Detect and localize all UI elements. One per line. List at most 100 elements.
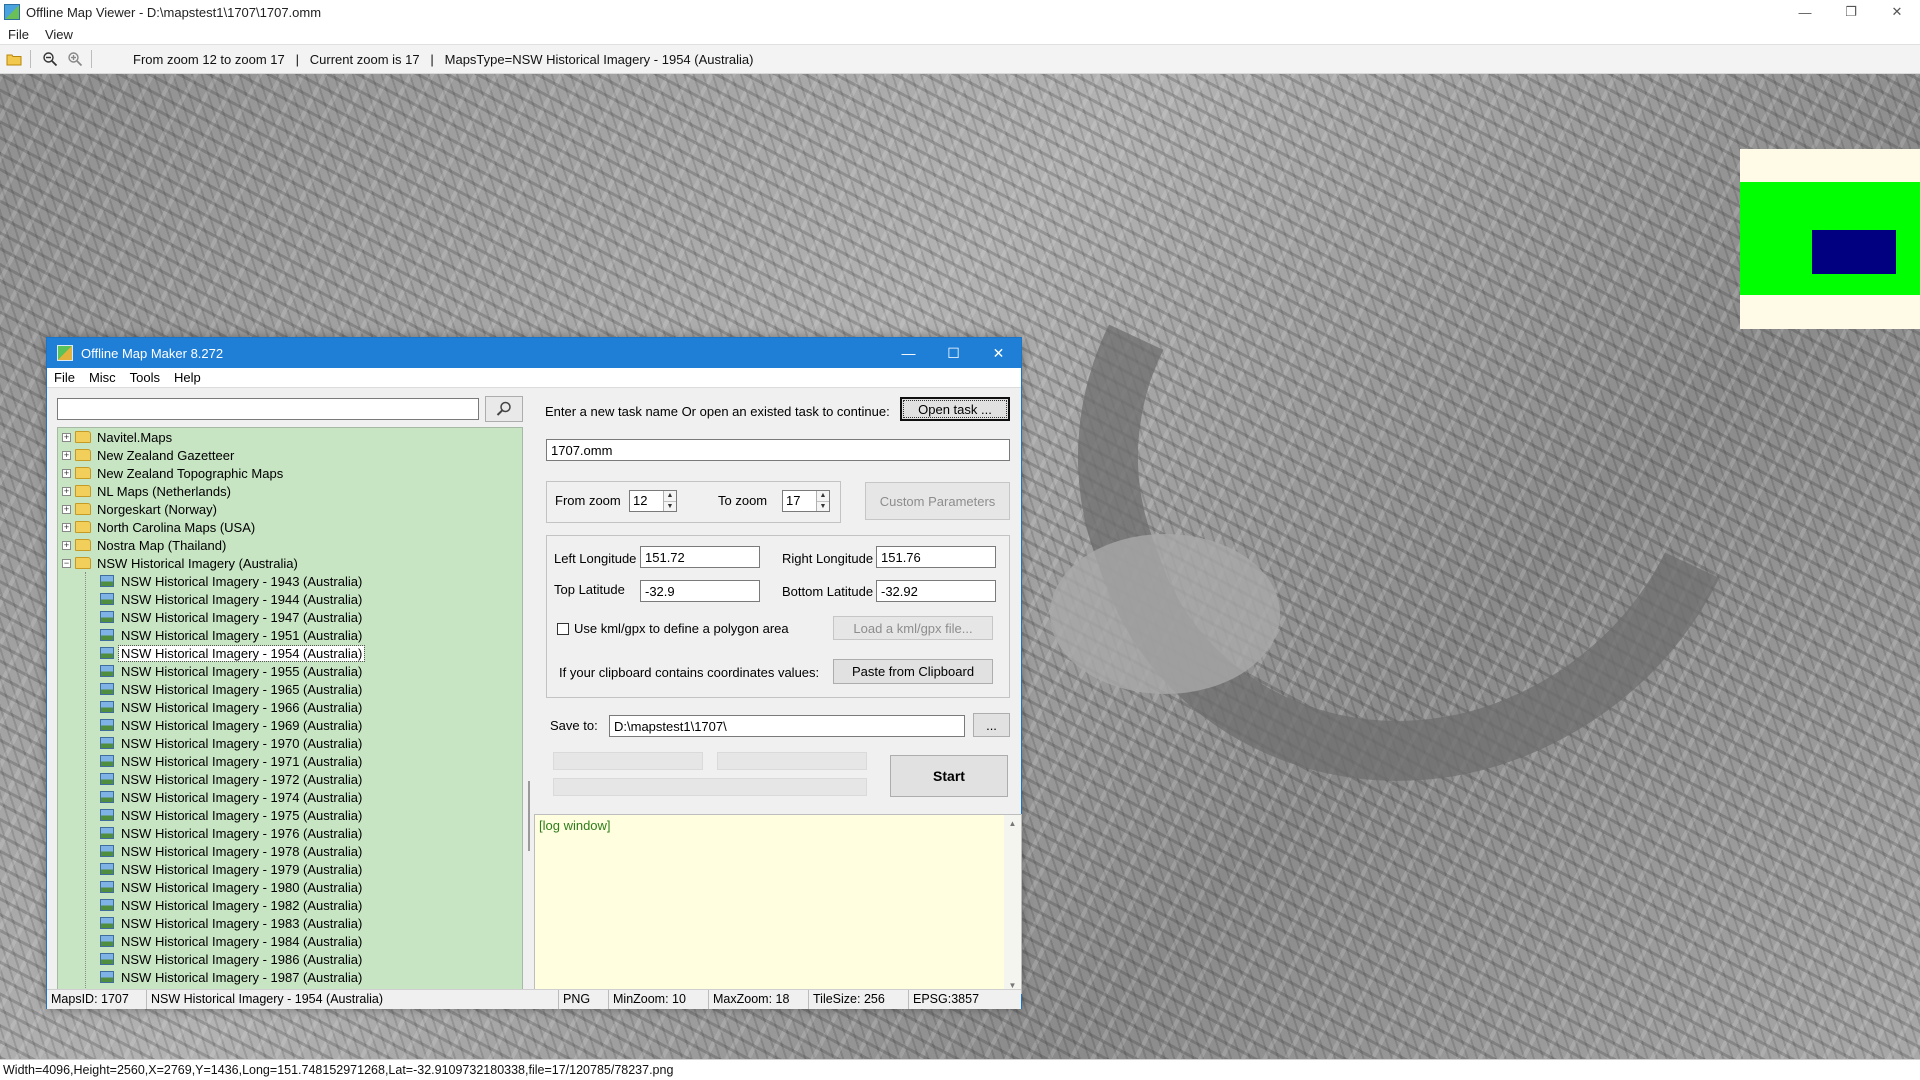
collapse-icon[interactable]: − — [62, 558, 71, 568]
expand-icon[interactable]: + — [62, 432, 71, 442]
viewer-window-controls: — ❐ ✕ — [1782, 0, 1920, 24]
search-button[interactable] — [485, 396, 523, 422]
expand-icon[interactable]: + — [62, 486, 71, 496]
tree-map-label: NSW Historical Imagery - 1987 (Australia… — [121, 969, 363, 985]
load-kml-button[interactable]: Load a kml/gpx file... — [833, 616, 993, 640]
bottom-latitude-input[interactable] — [876, 580, 996, 602]
dialog-menu-tools[interactable]: Tools — [123, 370, 167, 385]
left-longitude-input[interactable] — [640, 546, 760, 568]
to-zoom-down-icon[interactable]: ▼ — [817, 500, 829, 511]
tree-map-label: NSW Historical Imagery - 1969 (Australia… — [121, 717, 363, 733]
minimap-viewport-indicator[interactable] — [1812, 230, 1896, 274]
folder-open-icon — [75, 557, 91, 569]
tree-map-item[interactable]: NSW Historical Imagery - 1943 (Australia… — [58, 572, 522, 590]
minimize-button[interactable]: — — [1782, 0, 1828, 24]
dialog-titlebar[interactable]: Offline Map Maker 8.272 — ☐ ✕ — [47, 338, 1021, 368]
from-zoom-up-icon[interactable]: ▲ — [664, 491, 676, 501]
folder-icon — [75, 467, 91, 479]
expand-icon[interactable]: + — [62, 522, 71, 532]
expand-icon[interactable]: + — [62, 504, 71, 514]
dialog-title: Offline Map Maker 8.272 — [81, 345, 224, 361]
tree-map-item[interactable]: NSW Historical Imagery - 1986 (Australia… — [58, 950, 522, 968]
map-layer-icon — [100, 665, 114, 677]
tree-map-item[interactable]: NSW Historical Imagery - 1983 (Australia… — [58, 914, 522, 932]
tree-map-item[interactable]: NSW Historical Imagery - 1974 (Australia… — [58, 788, 522, 806]
save-to-path-input[interactable] — [609, 715, 965, 737]
start-button[interactable]: Start — [890, 755, 1008, 797]
map-layer-icon — [100, 611, 114, 623]
tree-map-label: NSW Historical Imagery - 1947 (Australia… — [121, 609, 363, 625]
from-zoom-stepper[interactable]: 12 ▲ ▼ — [629, 490, 677, 512]
expand-icon[interactable]: + — [62, 540, 71, 550]
dialog-close-button[interactable]: ✕ — [976, 338, 1021, 368]
dialog-menu-file[interactable]: File — [47, 370, 82, 385]
scroll-up-icon[interactable]: ▲ — [1004, 815, 1021, 831]
dialog-maximize-button[interactable]: ☐ — [931, 338, 976, 368]
task-name-input[interactable] — [546, 439, 1010, 461]
tree-folder[interactable]: + Nostra Map (Thailand) — [58, 536, 522, 554]
tree-map-item[interactable]: NSW Historical Imagery - 1969 (Australia… — [58, 716, 522, 734]
tree-map-label: NSW Historical Imagery - 1980 (Australia… — [121, 879, 363, 895]
open-folder-icon[interactable] — [3, 48, 25, 70]
tree-map-label: NSW Historical Imagery - 1943 (Australia… — [121, 573, 363, 589]
log-window[interactable]: [log window] ▲ ▼ — [534, 814, 1022, 994]
to-zoom-up-icon[interactable]: ▲ — [817, 491, 829, 501]
log-scrollbar[interactable]: ▲ ▼ — [1004, 815, 1021, 993]
toolbar-separator — [30, 50, 31, 68]
tree-map-item[interactable]: NSW Historical Imagery - 1984 (Australia… — [58, 932, 522, 950]
tree-map-item[interactable]: NSW Historical Imagery - 1979 (Australia… — [58, 860, 522, 878]
tree-map-item[interactable]: NSW Historical Imagery - 1965 (Australia… — [58, 680, 522, 698]
minimap-overview[interactable] — [1740, 149, 1920, 329]
splitter-grip[interactable] — [528, 781, 530, 851]
tree-folder-open[interactable]: − NSW Historical Imagery (Australia) — [58, 554, 522, 572]
paste-from-clipboard-button[interactable]: Paste from Clipboard — [833, 659, 993, 684]
close-button[interactable]: ✕ — [1874, 0, 1920, 24]
tree-map-item[interactable]: NSW Historical Imagery - 1978 (Australia… — [58, 842, 522, 860]
tree-map-item[interactable]: NSW Historical Imagery - 1955 (Australia… — [58, 662, 522, 680]
right-longitude-input[interactable] — [876, 546, 996, 568]
dialog-minimize-button[interactable]: — — [886, 338, 931, 368]
to-zoom-stepper[interactable]: 17 ▲ ▼ — [782, 490, 830, 512]
viewer-titlebar: Offline Map Viewer - D:\mapstest1\1707\1… — [0, 0, 1920, 24]
tree-map-item[interactable]: NSW Historical Imagery - 1980 (Australia… — [58, 878, 522, 896]
tree-map-item[interactable]: NSW Historical Imagery - 1970 (Australia… — [58, 734, 522, 752]
tree-folder[interactable]: + Norgeskart (Norway) — [58, 500, 522, 518]
map-layer-icon — [100, 683, 114, 695]
tree-folder[interactable]: + North Carolina Maps (USA) — [58, 518, 522, 536]
tree-folder[interactable]: + New Zealand Gazetteer — [58, 446, 522, 464]
tree-folder[interactable]: + New Zealand Topographic Maps — [58, 464, 522, 482]
use-kml-checkbox[interactable] — [557, 623, 569, 635]
tree-map-item[interactable]: NSW Historical Imagery - 1971 (Australia… — [58, 752, 522, 770]
map-search-input[interactable] — [57, 398, 479, 420]
custom-parameters-button[interactable]: Custom Parameters — [865, 482, 1010, 520]
zoom-out-icon[interactable] — [39, 48, 61, 70]
expand-icon[interactable]: + — [62, 450, 71, 460]
tree-map-item[interactable]: NSW Historical Imagery - 1982 (Australia… — [58, 896, 522, 914]
tree-map-item[interactable]: NSW Historical Imagery - 1944 (Australia… — [58, 590, 522, 608]
expand-icon[interactable]: + — [62, 468, 71, 478]
top-latitude-input[interactable] — [640, 580, 760, 602]
tree-map-item[interactable]: NSW Historical Imagery - 1972 (Australia… — [58, 770, 522, 788]
right-longitude-label: Right Longitude — [782, 551, 874, 566]
restore-button[interactable]: ❐ — [1828, 0, 1874, 24]
dialog-menu-misc[interactable]: Misc — [82, 370, 123, 385]
tree-map-item[interactable]: NSW Historical Imagery - 1951 (Australia… — [58, 626, 522, 644]
tree-map-item[interactable]: NSW Historical Imagery - 1987 (Australia… — [58, 968, 522, 986]
tree-map-item[interactable]: NSW Historical Imagery - 1954 (Australia… — [58, 644, 522, 662]
open-task-button[interactable]: Open task ... — [900, 397, 1010, 421]
zoom-in-icon[interactable] — [64, 48, 86, 70]
tree-map-item[interactable]: NSW Historical Imagery - 1975 (Australia… — [58, 806, 522, 824]
browse-folder-button[interactable]: ... — [973, 713, 1010, 737]
dialog-menu-help[interactable]: Help — [167, 370, 208, 385]
top-latitude-label: Top Latitude — [554, 582, 625, 597]
tree-folder[interactable]: + NL Maps (Netherlands) — [58, 482, 522, 500]
from-zoom-down-icon[interactable]: ▼ — [664, 500, 676, 511]
tree-map-item[interactable]: NSW Historical Imagery - 1966 (Australia… — [58, 698, 522, 716]
menu-view[interactable]: View — [37, 27, 81, 42]
tree-folder[interactable]: + Navitel.Maps — [58, 428, 522, 446]
tree-map-item[interactable]: NSW Historical Imagery - 1947 (Australia… — [58, 608, 522, 626]
use-kml-label: Use kml/gpx to define a polygon area — [574, 621, 789, 636]
map-type-tree[interactable]: + Navitel.Maps + New Zealand Gazetteer + New … — [57, 427, 523, 1001]
tree-map-item[interactable]: NSW Historical Imagery - 1976 (Australia… — [58, 824, 522, 842]
menu-file[interactable]: File — [0, 27, 37, 42]
